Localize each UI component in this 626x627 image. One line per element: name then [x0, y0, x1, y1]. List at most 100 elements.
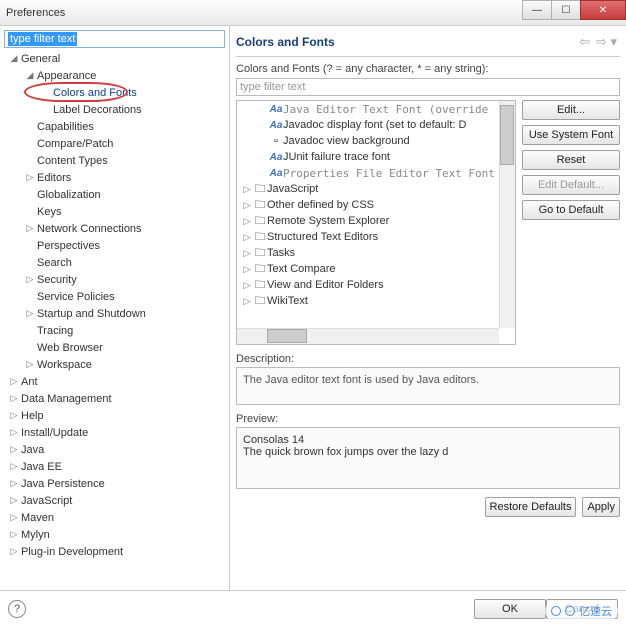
tree-item[interactable]: ▷Security [4, 271, 225, 288]
tree-item[interactable]: Service Policies [4, 288, 225, 305]
twisty-icon[interactable]: ▷ [241, 184, 253, 195]
twisty-icon[interactable]: ▷ [241, 200, 253, 211]
tree-item[interactable]: ▷Java [4, 441, 225, 458]
tree-item[interactable]: ▷Java EE [4, 458, 225, 475]
font-tree-item[interactable]: AaJavadoc display font (set to default: … [237, 117, 515, 133]
tree-item[interactable]: ▷Data Management [4, 390, 225, 407]
twisty-icon[interactable]: ▷ [24, 172, 36, 183]
tree-item-label: JavaScript [20, 495, 72, 507]
font-tree-item[interactable]: ▷🗀Other defined by CSS [237, 197, 515, 213]
go-to-default-button[interactable]: Go to Default [522, 200, 620, 220]
twisty-icon[interactable]: ▷ [241, 296, 253, 307]
tree-item[interactable]: ▷Mylyn [4, 526, 225, 543]
ok-button[interactable]: OK [474, 599, 546, 619]
tree-item[interactable]: Compare/Patch [4, 135, 225, 152]
tree-item[interactable]: ◢Appearance [4, 67, 225, 84]
font-tree-item[interactable]: ▷🗀JavaScript [237, 181, 515, 197]
tree-item[interactable]: ▷Plug-in Development [4, 543, 225, 560]
reset-button[interactable]: Reset [522, 150, 620, 170]
tree-item[interactable]: ▷Ant [4, 373, 225, 390]
twisty-icon[interactable]: ▷ [241, 216, 253, 227]
filter-input[interactable]: type filter text [4, 30, 225, 48]
help-icon[interactable]: ? [8, 600, 26, 618]
maximize-button[interactable]: ☐ [551, 0, 581, 20]
twisty-icon[interactable]: ▷ [8, 529, 20, 540]
font-item-label: WikiText [267, 295, 308, 307]
font-tree-item[interactable]: ▷🗀Structured Text Editors [237, 229, 515, 245]
tree-item[interactable]: ▷Install/Update [4, 424, 225, 441]
preferences-tree[interactable]: ◢General◢AppearanceColors and FontsLabel… [4, 48, 225, 586]
twisty-icon[interactable]: ▷ [24, 359, 36, 370]
font-tree-item[interactable]: ▷🗀Text Compare [237, 261, 515, 277]
twisty-icon[interactable]: ▷ [8, 461, 20, 472]
color-icon: ▫ [269, 135, 283, 147]
font-tree-item[interactable]: AaProperties File Editor Text Font [237, 165, 515, 181]
tree-item[interactable]: Perspectives [4, 237, 225, 254]
description-label: Description: [236, 353, 620, 365]
tree-item[interactable]: Label Decorations [4, 101, 225, 118]
restore-defaults-button[interactable]: Restore Defaults [485, 497, 577, 517]
twisty-icon[interactable]: ◢ [24, 70, 36, 81]
font-tree[interactable]: AaJava Editor Text Font (overrideAaJavad… [236, 100, 516, 345]
font-item-label: Structured Text Editors [267, 231, 378, 243]
font-tree-item[interactable]: ▷🗀Remote System Explorer [237, 213, 515, 229]
twisty-icon[interactable]: ▷ [8, 393, 20, 404]
twisty-icon[interactable]: ▷ [8, 410, 20, 421]
tree-item-label: Editors [36, 172, 71, 184]
close-button[interactable]: ✕ [580, 0, 626, 20]
tree-item[interactable]: Globalization [4, 186, 225, 203]
twisty-icon[interactable]: ▷ [241, 264, 253, 275]
back-icon[interactable]: ⇦ [576, 34, 593, 50]
main-split: type filter text ◢General◢AppearanceColo… [0, 26, 626, 590]
tree-item[interactable]: Capabilities [4, 118, 225, 135]
twisty-icon[interactable]: ▷ [8, 427, 20, 438]
twisty-icon[interactable]: ▷ [24, 308, 36, 319]
apply-button[interactable]: Apply [582, 497, 620, 517]
tree-item[interactable]: ▷Maven [4, 509, 225, 526]
twisty-icon[interactable]: ▷ [8, 512, 20, 523]
minimize-button[interactable]: — [522, 0, 552, 20]
twisty-icon[interactable]: ▷ [24, 223, 36, 234]
edit-button[interactable]: Edit... [522, 100, 620, 120]
tree-item[interactable]: Web Browser [4, 339, 225, 356]
right-pane: Colors and Fonts ⇦ ⇨ ▾ Colors and Fonts … [230, 26, 626, 590]
font-tree-item[interactable]: ▷🗀Tasks [237, 245, 515, 261]
font-tree-item[interactable]: AaJUnit failure trace font [237, 149, 515, 165]
tree-item[interactable]: Tracing [4, 322, 225, 339]
font-tree-item[interactable]: AaJava Editor Text Font (override [237, 101, 515, 117]
twisty-icon[interactable]: ▷ [8, 546, 20, 557]
tree-item[interactable]: ▷JavaScript [4, 492, 225, 509]
vertical-scrollbar[interactable] [499, 101, 515, 328]
tree-item-label: Keys [36, 206, 61, 218]
tree-item[interactable]: Content Types [4, 152, 225, 169]
tree-item[interactable]: ▷Workspace [4, 356, 225, 373]
font-item-label: JavaScript [267, 183, 318, 195]
tree-item[interactable]: ▷Network Connections [4, 220, 225, 237]
twisty-icon[interactable]: ▷ [241, 248, 253, 259]
tree-item-label: Java EE [20, 461, 62, 473]
twisty-icon[interactable]: ▷ [8, 376, 20, 387]
twisty-icon[interactable]: ▷ [24, 274, 36, 285]
font-tree-item[interactable]: ▷🗀WikiText [237, 293, 515, 309]
font-filter-input[interactable]: type filter text [236, 78, 620, 96]
tree-item[interactable]: Keys [4, 203, 225, 220]
twisty-icon[interactable]: ▷ [8, 478, 20, 489]
forward-icon[interactable]: ⇨ ▾ [593, 34, 620, 50]
twisty-icon[interactable]: ▷ [8, 495, 20, 506]
font-tree-item[interactable]: ▫Javadoc view background [237, 133, 515, 149]
font-tree-item[interactable]: ▷🗀View and Editor Folders [237, 277, 515, 293]
tree-item-label: General [20, 53, 60, 65]
tree-item[interactable]: ▷Startup and Shutdown [4, 305, 225, 322]
twisty-icon[interactable]: ▷ [8, 444, 20, 455]
tree-item[interactable]: ▷Java Persistence [4, 475, 225, 492]
tree-item[interactable]: Colors and Fonts [4, 84, 225, 101]
use-system-font-button[interactable]: Use System Font [522, 125, 620, 145]
tree-item[interactable]: Search [4, 254, 225, 271]
tree-item[interactable]: ▷Editors [4, 169, 225, 186]
twisty-icon[interactable]: ◢ [8, 53, 20, 64]
tree-item[interactable]: ◢General [4, 50, 225, 67]
twisty-icon[interactable]: ▷ [241, 232, 253, 243]
tree-item[interactable]: ▷Help [4, 407, 225, 424]
twisty-icon[interactable]: ▷ [241, 280, 253, 291]
horizontal-scrollbar[interactable] [237, 328, 499, 344]
